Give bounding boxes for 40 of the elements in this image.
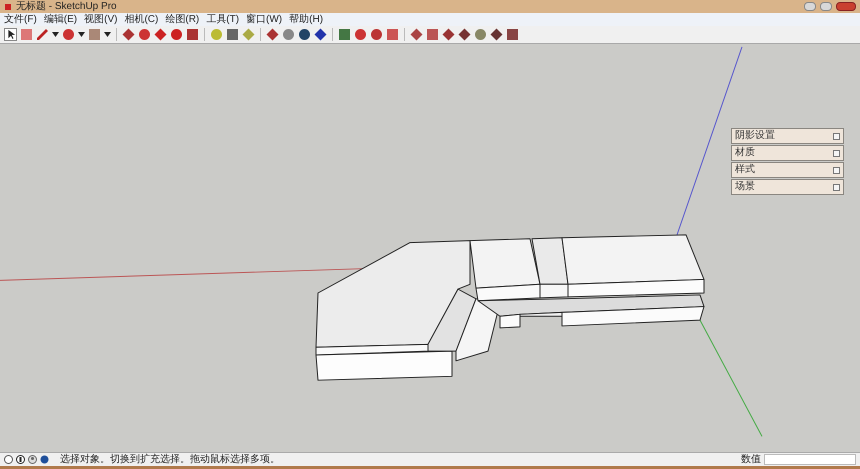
- menu-item[interactable]: 绘图(R): [165, 14, 200, 24]
- maximize-button[interactable]: [820, 2, 832, 11]
- panel-toggle-icon[interactable]: [833, 166, 840, 174]
- menu-item[interactable]: 帮助(H): [289, 14, 324, 24]
- value-label: 数值: [741, 454, 761, 464]
- caret-icon[interactable]: [78, 32, 85, 37]
- tray-panel[interactable]: 场景: [731, 179, 844, 195]
- menu-item[interactable]: 相机(C): [124, 14, 158, 24]
- panel-toggle-icon[interactable]: [833, 150, 840, 156]
- app-logo-icon: [4, 2, 12, 10]
- panel-title: 场景: [735, 182, 756, 192]
- tray-panel[interactable]: 材质: [731, 145, 844, 161]
- menu-item[interactable]: 工具(T): [206, 14, 240, 24]
- panel-toggle-icon[interactable]: [833, 132, 840, 140]
- panel-title: 样式: [735, 165, 756, 175]
- value-field[interactable]: [764, 454, 856, 465]
- shape-icon[interactable]: [490, 28, 503, 41]
- minimize-button[interactable]: [804, 2, 816, 11]
- menu-item[interactable]: 文件(F): [4, 14, 37, 24]
- shape-icon[interactable]: [442, 28, 455, 41]
- shape-icon[interactable]: [458, 28, 471, 41]
- tray-panel[interactable]: 样式: [731, 162, 844, 178]
- pencil-icon[interactable]: [36, 28, 49, 41]
- window-title: 无标题 - SketchUp Pro: [16, 2, 117, 12]
- shape-icon[interactable]: [506, 28, 519, 41]
- caret-icon[interactable]: [104, 32, 111, 37]
- menu-item[interactable]: 视图(V): [84, 14, 118, 24]
- panel-title: 材质: [735, 148, 756, 158]
- caret-icon[interactable]: [52, 32, 59, 37]
- panel-toggle-icon[interactable]: [833, 184, 840, 190]
- menu-item[interactable]: 编辑(E): [44, 14, 78, 24]
- help-icon[interactable]: [40, 455, 49, 464]
- close-button[interactable]: [836, 2, 856, 11]
- shape-icon[interactable]: [426, 28, 439, 41]
- shape-icon[interactable]: [410, 28, 423, 41]
- panel-title: 阴影设置: [735, 131, 776, 141]
- menu-item[interactable]: 窗口(W): [246, 14, 282, 24]
- status-message: 选择对象。切换到扩充选择。拖动鼠标选择多项。: [60, 454, 280, 464]
- user-icon[interactable]: [28, 455, 37, 464]
- tray-panel[interactable]: 阴影设置: [731, 128, 844, 144]
